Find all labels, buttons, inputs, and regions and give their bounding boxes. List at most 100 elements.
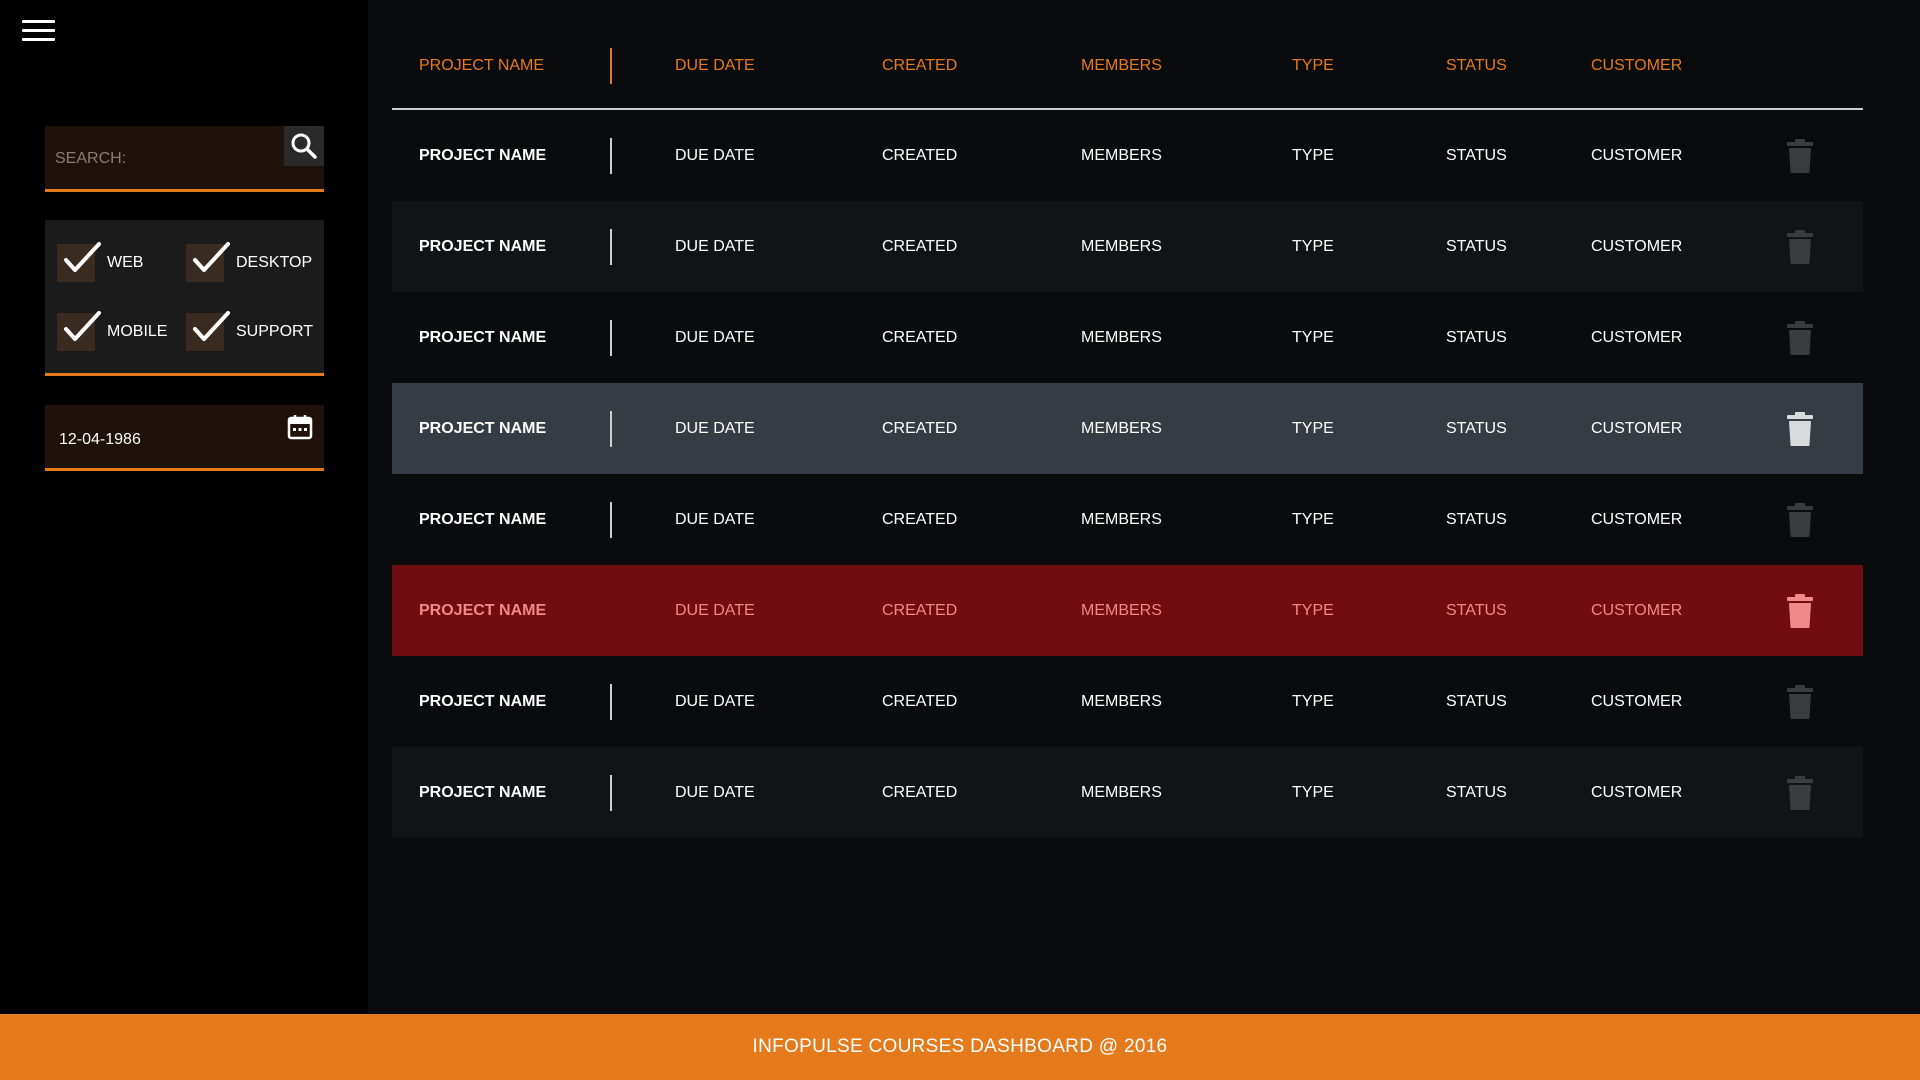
cell-created: CREATED — [882, 146, 958, 164]
table-row[interactable]: PROJECT NAME DUE DATE CREATED MEMBERS TY… — [392, 110, 1863, 201]
trash-icon[interactable] — [1785, 775, 1815, 811]
cell-customer: CUSTOMER — [1591, 237, 1683, 255]
cell-type: TYPE — [1292, 601, 1334, 619]
table-row[interactable]: PROJECT NAME DUE DATE CREATED MEMBERS TY… — [392, 656, 1863, 747]
table-row[interactable]: PROJECT NAME DUE DATE CREATED MEMBERS TY… — [392, 565, 1863, 656]
cell-type: TYPE — [1292, 328, 1334, 346]
cell-status: STATUS — [1446, 146, 1507, 164]
projects-panel: PROJECT NAME DUE DATE CREATED MEMBERS TY… — [368, 0, 1920, 1014]
trash-icon[interactable] — [1785, 684, 1815, 720]
header-customer[interactable]: CUSTOMER — [1591, 57, 1682, 75]
cell-type: TYPE — [1292, 419, 1334, 437]
cell-customer: CUSTOMER — [1591, 146, 1683, 164]
cell-status: STATUS — [1446, 237, 1507, 255]
trash-icon[interactable] — [1785, 320, 1815, 356]
cell-due-date: DUE DATE — [675, 692, 755, 710]
cell-due-date: DUE DATE — [675, 601, 755, 619]
filter-mobile[interactable]: MOBILE — [57, 311, 167, 351]
dashboard-app: WEB DESKTOP MOBILE — [0, 0, 1920, 1080]
hamburger-menu-icon[interactable] — [22, 18, 56, 44]
cell-type: TYPE — [1292, 692, 1334, 710]
cell-project-name: PROJECT NAME — [419, 510, 547, 528]
cell-customer: CUSTOMER — [1591, 692, 1683, 710]
cell-project-name: PROJECT NAME — [419, 237, 547, 255]
type-filters: WEB DESKTOP MOBILE SUPPORT — [45, 220, 324, 376]
filter-support[interactable]: SUPPORT — [186, 311, 313, 351]
filter-web[interactable]: WEB — [57, 242, 144, 282]
cell-members: MEMBERS — [1081, 328, 1162, 346]
cell-created: CREATED — [882, 510, 958, 528]
checkmark-icon — [64, 242, 101, 272]
checkmark-icon — [193, 311, 230, 341]
column-divider — [610, 774, 612, 811]
checkbox-mobile[interactable] — [57, 311, 101, 351]
checkmark-icon — [193, 242, 230, 272]
trash-icon[interactable] — [1785, 593, 1815, 629]
trash-icon[interactable] — [1785, 411, 1815, 447]
table-row[interactable]: PROJECT NAME DUE DATE CREATED MEMBERS TY… — [392, 201, 1863, 292]
cell-project-name: PROJECT NAME — [419, 328, 547, 346]
column-divider — [610, 319, 612, 356]
filter-web-label: WEB — [107, 254, 144, 271]
filter-desktop[interactable]: DESKTOP — [186, 242, 312, 282]
cell-project-name: PROJECT NAME — [419, 692, 547, 710]
table-row[interactable]: PROJECT NAME DUE DATE CREATED MEMBERS TY… — [392, 474, 1863, 565]
cell-created: CREATED — [882, 692, 958, 710]
cell-members: MEMBERS — [1081, 692, 1162, 710]
cell-project-name: PROJECT NAME — [419, 146, 547, 164]
footer: INFOPULSE COURSES DASHBOARD @ 2016 — [0, 1014, 1920, 1080]
date-picker — [45, 405, 324, 471]
trash-icon[interactable] — [1785, 502, 1815, 538]
cell-type: TYPE — [1292, 510, 1334, 528]
cell-due-date: DUE DATE — [675, 419, 755, 437]
date-field[interactable] — [59, 423, 259, 457]
cell-members: MEMBERS — [1081, 146, 1162, 164]
cell-type: TYPE — [1292, 237, 1334, 255]
search-input[interactable] — [55, 144, 275, 174]
search-box — [45, 126, 324, 192]
cell-customer: CUSTOMER — [1591, 601, 1683, 619]
cell-due-date: DUE DATE — [675, 237, 755, 255]
cell-members: MEMBERS — [1081, 237, 1162, 255]
header-project-name[interactable]: PROJECT NAME — [419, 57, 544, 75]
cell-project-name: PROJECT NAME — [419, 419, 547, 437]
cell-status: STATUS — [1446, 510, 1507, 528]
checkbox-support[interactable] — [186, 311, 230, 351]
cell-created: CREATED — [882, 237, 958, 255]
cell-customer: CUSTOMER — [1591, 510, 1683, 528]
cell-due-date: DUE DATE — [675, 510, 755, 528]
trash-icon[interactable] — [1785, 138, 1815, 174]
column-divider — [610, 683, 612, 720]
header-due-date[interactable]: DUE DATE — [675, 57, 755, 75]
calendar-icon[interactable] — [286, 413, 316, 443]
checkbox-web[interactable] — [57, 242, 101, 282]
header-created[interactable]: CREATED — [882, 57, 957, 75]
header-type[interactable]: TYPE — [1292, 57, 1334, 75]
trash-icon[interactable] — [1785, 229, 1815, 265]
cell-members: MEMBERS — [1081, 783, 1162, 801]
cell-members: MEMBERS — [1081, 419, 1162, 437]
header-members[interactable]: MEMBERS — [1081, 57, 1162, 75]
cell-created: CREATED — [882, 783, 958, 801]
cell-customer: CUSTOMER — [1591, 419, 1683, 437]
checkmark-icon — [64, 311, 101, 341]
search-icon[interactable] — [284, 126, 324, 166]
cell-status: STATUS — [1446, 419, 1507, 437]
cell-due-date: DUE DATE — [675, 783, 755, 801]
column-divider — [610, 137, 612, 174]
cell-customer: CUSTOMER — [1591, 328, 1683, 346]
cell-project-name: PROJECT NAME — [419, 783, 547, 801]
header-status[interactable]: STATUS — [1446, 57, 1507, 75]
table-row[interactable]: PROJECT NAME DUE DATE CREATED MEMBERS TY… — [392, 747, 1863, 838]
column-divider — [610, 48, 612, 84]
table-row[interactable]: PROJECT NAME DUE DATE CREATED MEMBERS TY… — [392, 292, 1863, 383]
column-divider — [610, 410, 612, 447]
cell-status: STATUS — [1446, 328, 1507, 346]
table-body: PROJECT NAME DUE DATE CREATED MEMBERS TY… — [392, 110, 1863, 838]
checkbox-desktop[interactable] — [186, 242, 230, 282]
column-divider — [610, 501, 612, 538]
sidebar: WEB DESKTOP MOBILE — [0, 0, 368, 1014]
cell-customer: CUSTOMER — [1591, 783, 1683, 801]
table-row[interactable]: PROJECT NAME DUE DATE CREATED MEMBERS TY… — [392, 383, 1863, 474]
cell-members: MEMBERS — [1081, 510, 1162, 528]
